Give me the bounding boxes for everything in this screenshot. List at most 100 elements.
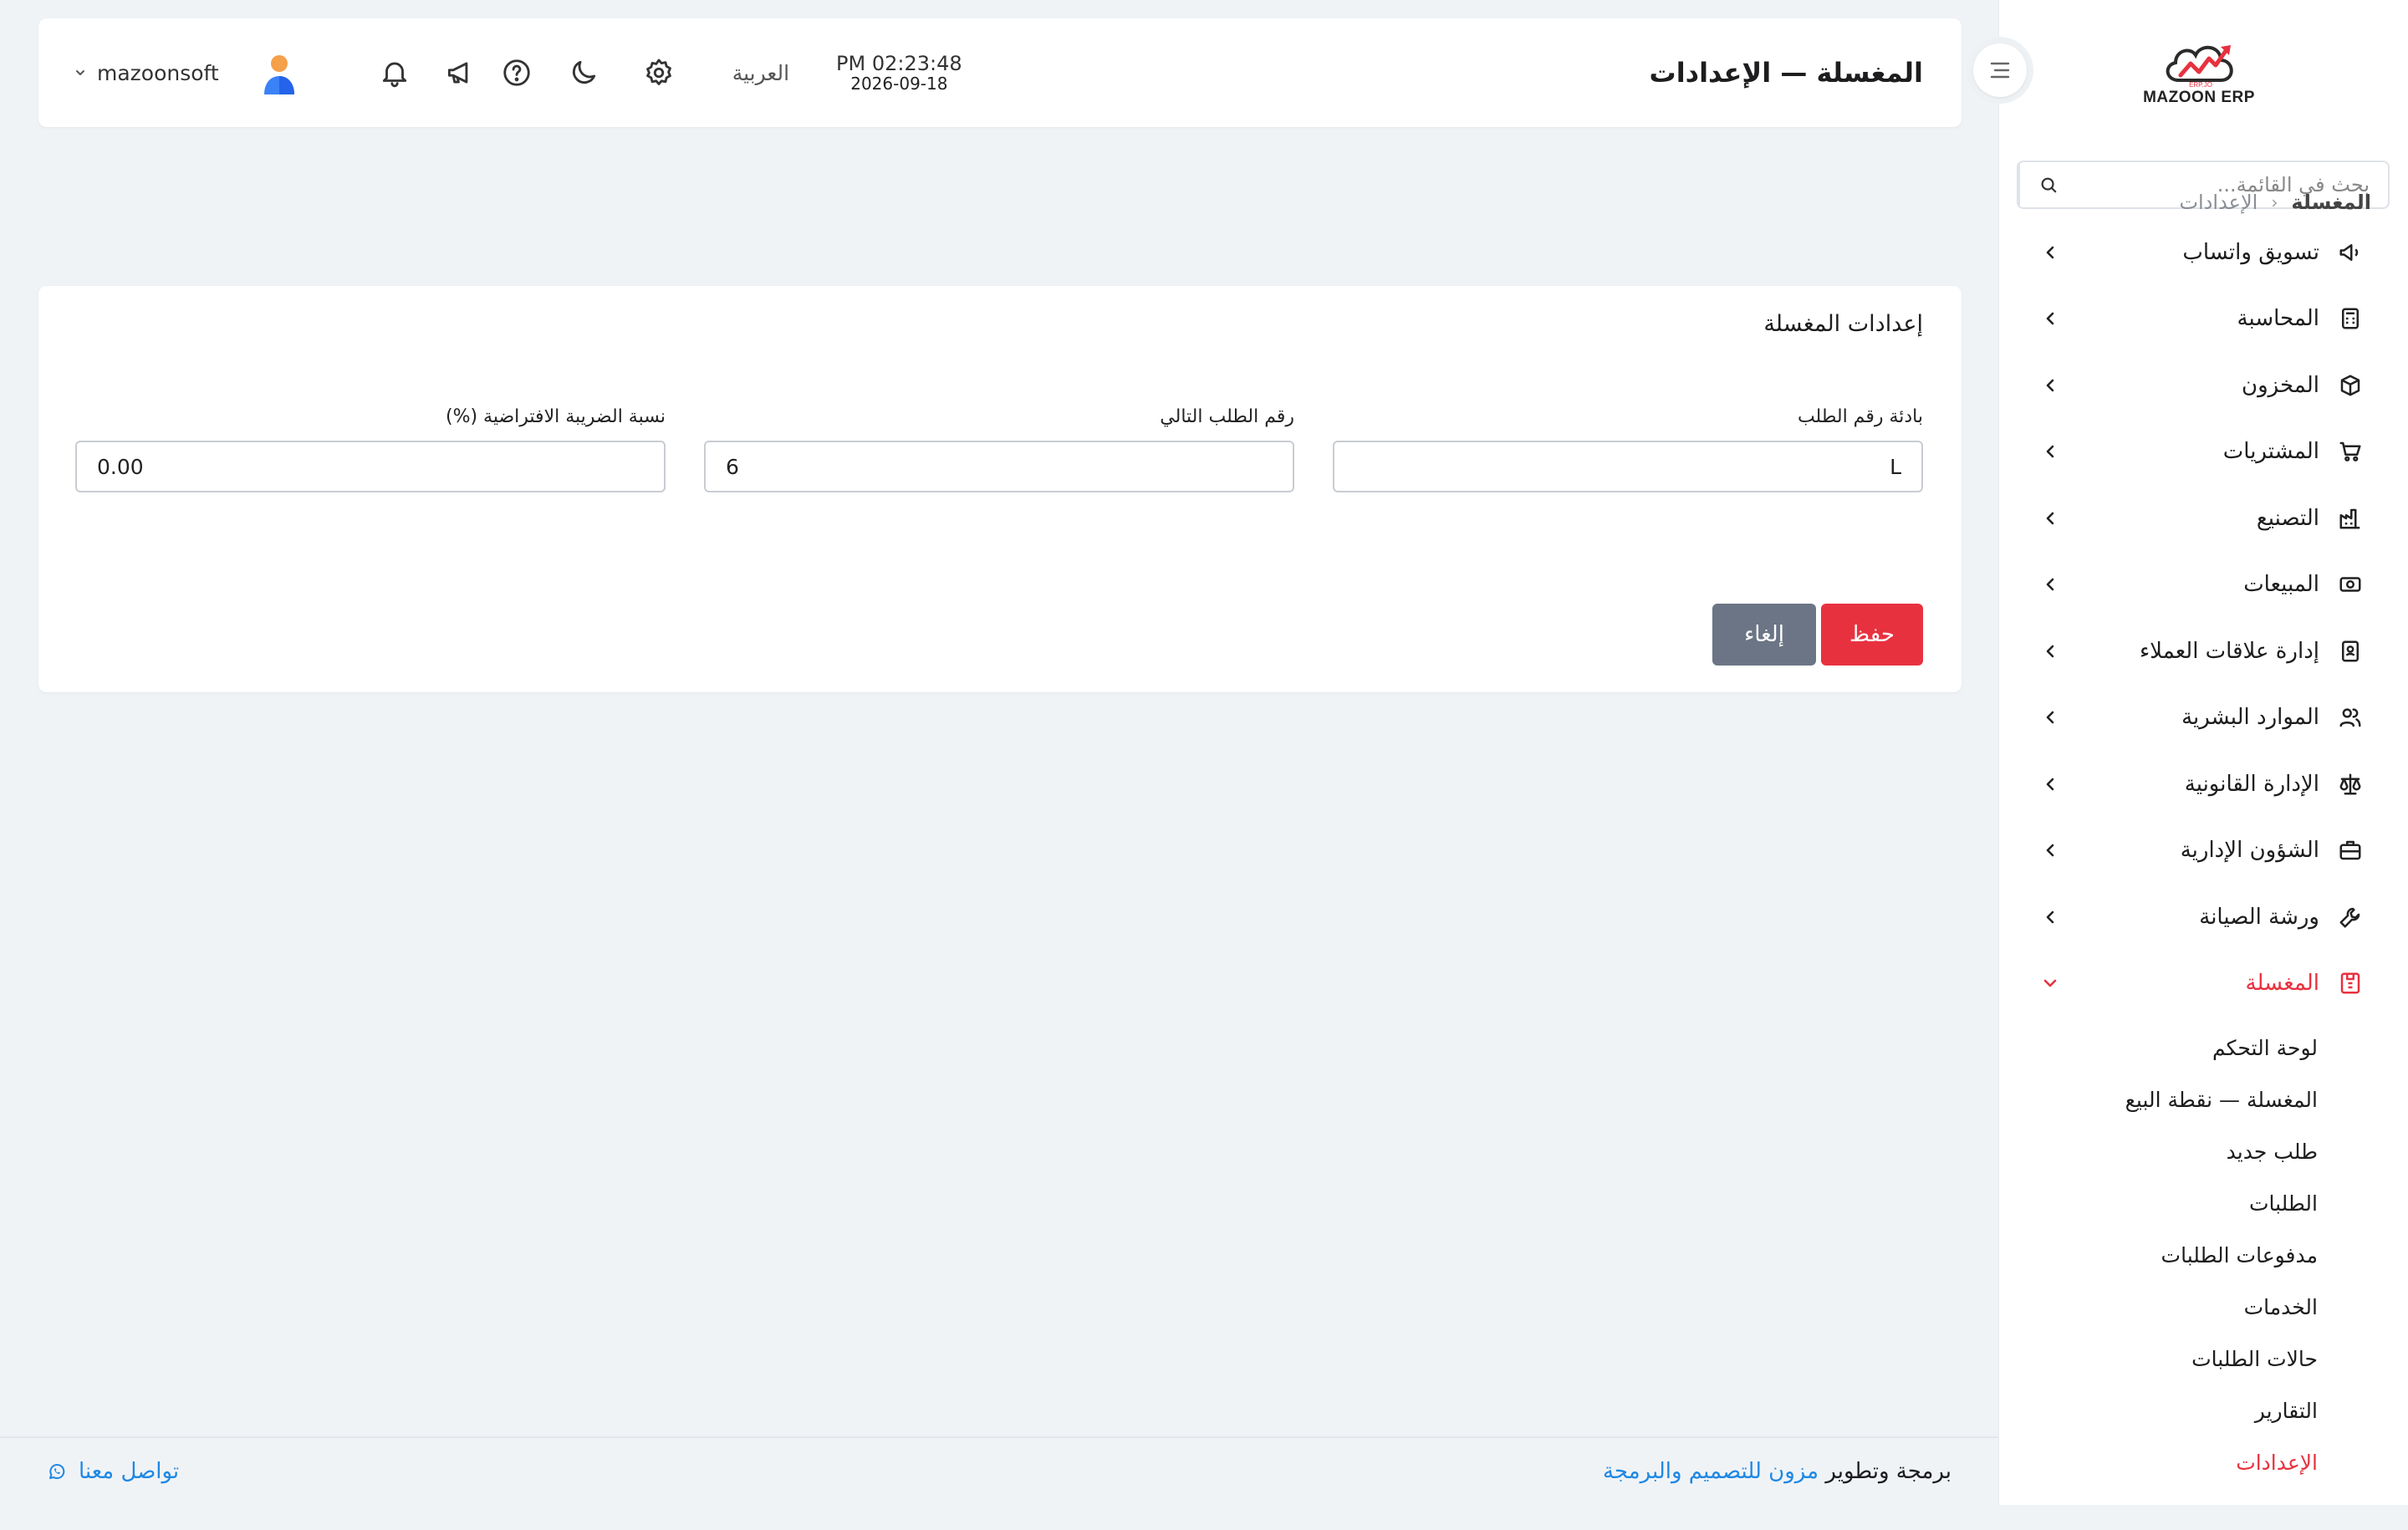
cash-icon [2336, 570, 2365, 599]
top-bar: المغسلة — الإعدادات mazoonsoft العربية P… [38, 18, 1962, 127]
moon-icon[interactable] [565, 54, 602, 91]
submenu-item-order-payments[interactable]: مدفوعات الطلبات [1998, 1229, 2408, 1281]
sidebar-item-admin-affairs[interactable]: الشؤون الإدارية [1998, 818, 2408, 885]
sidebar-item-label: المحاسبة [2237, 306, 2319, 332]
sidebar-item-label: إدارة علاقات العملاء [2139, 638, 2319, 664]
next-order-number-input[interactable] [704, 441, 1294, 492]
contacts-icon [2336, 637, 2365, 666]
sidebar-item-laundry[interactable]: المغسلة [1998, 951, 2408, 1017]
chevron-left-icon [2040, 774, 2060, 794]
sidebar-item-maintenance[interactable]: ورشة الصيانة [1998, 884, 2408, 951]
laundry-submenu: لوحة التحكم المغسلة — نقطة البيع طلب جدي… [1998, 1017, 2408, 1488]
chevron-left-icon [2040, 840, 2060, 860]
chevron-left-icon [2040, 641, 2060, 661]
settings-card: إعدادات المغسلة بادئة رقم الطلب رقم الطل… [38, 286, 1962, 692]
calculator-icon [2336, 304, 2365, 333]
chevron-left-icon [2040, 375, 2060, 395]
scale-icon [2336, 770, 2365, 798]
submenu-item-reports[interactable]: التقارير [1998, 1385, 2408, 1436]
footer-credit: برمجة وتطوير مزون للتصميم والبرمجة [1603, 1438, 1951, 1505]
submenu-item-dashboard[interactable]: لوحة التحكم [1998, 1022, 2408, 1074]
sidebar-item-label: الشؤون الإدارية [2180, 838, 2319, 864]
factory-icon [2336, 504, 2365, 533]
default-tax-rate-label: نسبة الضريبة الافتراضية (%) [445, 406, 666, 427]
cart-icon [2336, 437, 2365, 466]
sidebar-item-label: ورشة الصيانة [2199, 904, 2319, 930]
order-prefix-field: بادئة رقم الطلب [1333, 406, 1923, 492]
breadcrumb-separator: ‹ [2271, 192, 2278, 212]
sidebar-item-whatsapp-marketing[interactable]: تسويق واتساب [1998, 219, 2408, 286]
breadcrumb-laundry[interactable]: المغسلة [2291, 191, 2371, 214]
sidebar-item-crm[interactable]: إدارة علاقات العملاء [1998, 618, 2408, 685]
footer-credit-link[interactable]: مزون للتصميم والبرمجة [1603, 1459, 1819, 1484]
sidebar-item-manufacturing[interactable]: التصنيع [1998, 485, 2408, 552]
sidebar-menu: تسويق واتساب المحاسبة المخزون المشتريات … [1998, 219, 2408, 1488]
cancel-button[interactable]: إلغاء [1712, 604, 1816, 666]
page-title: المغسلة — الإعدادات [1649, 57, 1923, 89]
next-order-number-field: رقم الطلب التالي [704, 406, 1294, 492]
sidebar-item-inventory[interactable]: المخزون [1998, 352, 2408, 419]
chevron-left-icon [2040, 242, 2060, 263]
sidebar-item-label: المشتريات [2222, 439, 2319, 465]
sidebar-item-label: المغسلة [2245, 971, 2319, 997]
chevron-left-icon [2040, 309, 2060, 329]
footer-credit-prefix: برمجة وتطوير [1825, 1459, 1951, 1484]
breadcrumb: المغسلة ‹ الإعدادات [2179, 191, 2371, 214]
sidebar-item-label: الموارد البشرية [2181, 705, 2319, 731]
chevron-left-icon [2040, 574, 2060, 594]
sidebar-item-label: الإدارة القانونية [2184, 771, 2319, 797]
order-prefix-input[interactable] [1333, 441, 1923, 492]
top-bar-tools: mazoonsoft العربية PM 02:23:48 2026-09-1… [74, 18, 962, 127]
sidebar-item-accounting[interactable]: المحاسبة [1998, 286, 2408, 353]
avatar [258, 51, 301, 94]
order-prefix-label: بادئة رقم الطلب [1797, 406, 1923, 427]
submenu-item-services[interactable]: الخدمات [1998, 1281, 2408, 1333]
submenu-item-new-order[interactable]: طلب جديد [1998, 1125, 2408, 1177]
sidebar-toggle-button[interactable] [1967, 37, 2033, 104]
megaphone-icon[interactable] [441, 54, 478, 91]
chevron-left-icon [2040, 508, 2060, 528]
contact-us-link[interactable]: تواصل معنا [47, 1438, 179, 1505]
help-icon[interactable] [498, 54, 535, 91]
logo[interactable]: ERP.JO MAZOON ERP [2140, 37, 2258, 112]
menu-icon [1987, 59, 2013, 81]
clock-date: 2026-09-18 [850, 74, 948, 94]
gear-icon[interactable] [640, 54, 677, 91]
sidebar-item-sales[interactable]: المبيعات [1998, 552, 2408, 619]
search-icon[interactable] [2018, 162, 2077, 207]
logo-text: MAZOON ERP [2143, 89, 2255, 106]
submenu-item-orders[interactable]: الطلبات [1998, 1177, 2408, 1229]
default-tax-rate-field: نسبة الضريبة الافتراضية (%) [75, 406, 666, 492]
sidebar-item-label: المخزون [2242, 372, 2319, 398]
save-button[interactable]: حفظ [1821, 604, 1923, 666]
clock: PM 02:23:48 2026-09-18 [836, 51, 962, 94]
footer: برمجة وتطوير مزون للتصميم والبرمجة تواصل… [0, 1436, 1998, 1505]
sidebar-item-purchases[interactable]: المشتريات [1998, 419, 2408, 486]
default-tax-rate-input[interactable] [75, 441, 666, 492]
sidebar-item-label: التصنيع [2256, 505, 2319, 531]
submenu-item-pos[interactable]: المغسلة — نقطة البيع [1998, 1074, 2408, 1125]
contact-us-label: تواصل معنا [79, 1459, 180, 1484]
bell-icon[interactable] [376, 54, 413, 91]
language-switch[interactable]: العربية [732, 61, 789, 85]
breadcrumb-settings: الإعدادات [2179, 191, 2258, 214]
clock-time: PM 02:23:48 [836, 51, 962, 75]
chevron-left-icon [2040, 907, 2060, 927]
chevron-down-icon [2040, 973, 2060, 993]
user-menu[interactable]: mazoonsoft [74, 51, 301, 94]
sidebar: ERP.JO MAZOON ERP تسويق واتساب المحاسبة … [1998, 0, 2408, 1505]
sidebar-item-label: المبيعات [2243, 572, 2319, 598]
sidebar-item-legal[interactable]: الإدارة القانونية [1998, 751, 2408, 818]
sidebar-item-label: تسويق واتساب [2182, 239, 2319, 265]
mazoon-logo-icon: ERP.JO [2161, 37, 2241, 89]
svg-text:ERP.JO: ERP.JO [2189, 81, 2212, 89]
megaphone-icon [2336, 238, 2365, 267]
sidebar-item-hr[interactable]: الموارد البشرية [1998, 685, 2408, 752]
washer-icon [2336, 969, 2365, 997]
submenu-item-order-statuses[interactable]: حالات الطلبات [1998, 1333, 2408, 1385]
wrench-icon [2336, 903, 2365, 931]
card-title: إعدادات المغسلة [1763, 311, 1923, 337]
submenu-item-settings[interactable]: الإعدادات [1998, 1436, 2408, 1488]
chevron-down-icon [74, 66, 87, 79]
chevron-left-icon [2040, 441, 2060, 462]
